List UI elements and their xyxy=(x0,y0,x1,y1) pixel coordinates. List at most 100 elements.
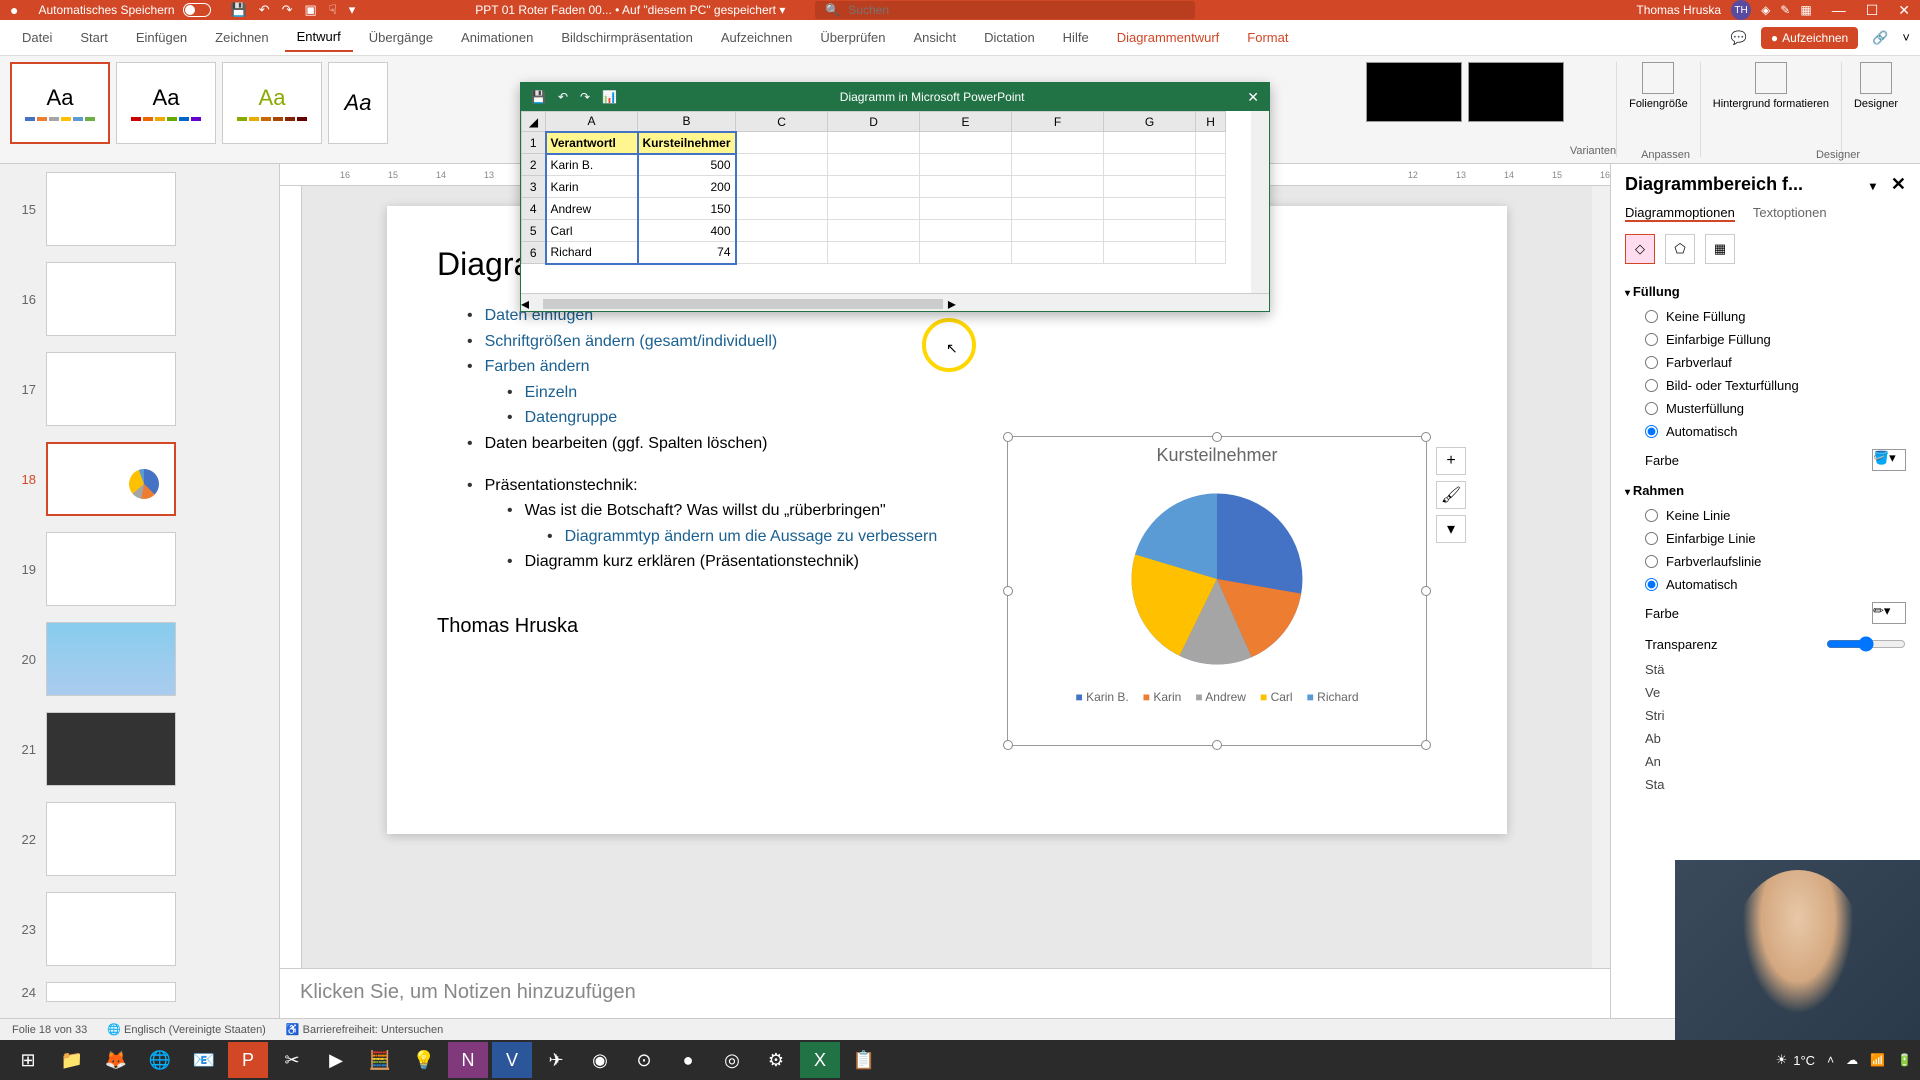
collapse-icon[interactable]: ˅ xyxy=(1902,30,1910,45)
chart-legend[interactable]: Karin B. Karin Andrew Carl Richard xyxy=(1008,684,1426,710)
excel-chart-icon[interactable]: 📊 xyxy=(602,90,617,104)
minimize-icon[interactable]: — xyxy=(1832,2,1846,19)
radio-gradient-line[interactable] xyxy=(1645,555,1658,568)
tray-onedrive-icon[interactable]: ☁ xyxy=(1846,1053,1858,1067)
settings-icon[interactable]: ⚙ xyxy=(756,1042,796,1078)
vlc-icon[interactable]: ▶ xyxy=(316,1042,356,1078)
radio-no-fill[interactable] xyxy=(1645,310,1658,323)
chart-plus-button[interactable]: + xyxy=(1436,447,1466,475)
col-H[interactable]: H xyxy=(1196,112,1226,132)
cell-C1[interactable] xyxy=(736,132,828,154)
radio-auto-fill[interactable] xyxy=(1645,425,1658,438)
cell-A1[interactable]: Verantwortl xyxy=(546,132,638,154)
thumb-21[interactable]: 21 xyxy=(0,704,279,794)
thumb-19[interactable]: 19 xyxy=(0,524,279,614)
row-1[interactable]: 1 xyxy=(522,132,546,154)
visio-icon[interactable]: V xyxy=(492,1042,532,1078)
record-button[interactable]: Aufzeichnen xyxy=(1761,27,1858,49)
diamond-icon[interactable]: ◈ xyxy=(1761,3,1770,17)
cell-A5[interactable]: Carl xyxy=(546,220,638,242)
cell-B4[interactable]: 150 xyxy=(638,198,736,220)
fill-line-icon[interactable]: ◇ xyxy=(1625,234,1655,264)
thumb-23[interactable]: 23 xyxy=(0,884,279,974)
thumb-17[interactable]: 17 xyxy=(0,344,279,434)
col-A[interactable]: A xyxy=(546,112,638,132)
app3-icon[interactable]: ● xyxy=(668,1042,708,1078)
app5-icon[interactable]: 📋 xyxy=(844,1042,884,1078)
chart-placeholder[interactable]: Kursteilnehmer xyxy=(1007,436,1427,746)
radio-gradient-fill[interactable] xyxy=(1645,356,1658,369)
radio-auto-line[interactable] xyxy=(1645,578,1658,591)
select-all-cell[interactable]: ◢ xyxy=(522,112,546,132)
undo-icon[interactable]: ↶ xyxy=(259,2,270,18)
col-B[interactable]: B xyxy=(638,112,736,132)
excel-icon[interactable]: X xyxy=(800,1042,840,1078)
tray-network-icon[interactable]: 📶 xyxy=(1870,1053,1885,1067)
explorer-icon[interactable]: 📁 xyxy=(52,1042,92,1078)
tab-diagrammentwurf[interactable]: Diagrammentwurf xyxy=(1105,24,1232,51)
tab-ansicht[interactable]: Ansicht xyxy=(901,24,968,51)
radio-solid-line[interactable] xyxy=(1645,532,1658,545)
thumb-16[interactable]: 16 xyxy=(0,254,279,344)
excel-save-icon[interactable]: 💾 xyxy=(531,90,546,104)
redo-icon[interactable]: ↷ xyxy=(282,2,293,18)
slide-body[interactable]: Daten einfügen Schriftgrößen ändern (ges… xyxy=(437,303,1457,457)
pane-tab-text[interactable]: Textoptionen xyxy=(1753,205,1827,222)
theme-1[interactable]: Aa xyxy=(10,62,110,144)
thumb-22[interactable]: 22 xyxy=(0,794,279,884)
radio-picture-fill[interactable] xyxy=(1645,379,1658,392)
tab-bildschirm[interactable]: Bildschirmpräsentation xyxy=(549,24,705,51)
excel-close-icon[interactable]: ✕ xyxy=(1247,89,1259,106)
accessibility-indicator[interactable]: ♿ Barrierefreiheit: Untersuchen xyxy=(286,1023,443,1036)
tab-animationen[interactable]: Animationen xyxy=(449,24,545,51)
radio-no-line[interactable] xyxy=(1645,509,1658,522)
pane-tab-options[interactable]: Diagrammoptionen xyxy=(1625,205,1735,222)
size-props-icon[interactable]: ▦ xyxy=(1705,234,1735,264)
theme-4[interactable]: Aa xyxy=(328,62,388,144)
app4-icon[interactable]: ◎ xyxy=(712,1042,752,1078)
excel-vscrollbar[interactable] xyxy=(1251,111,1269,293)
save-icon[interactable]: 💾 xyxy=(231,2,247,18)
thumb-15[interactable]: 15 xyxy=(0,164,279,254)
excel-undo-icon[interactable]: ↶ xyxy=(558,90,568,104)
slideshow-icon[interactable]: ▣ xyxy=(305,2,317,18)
app2-icon[interactable]: ⊙ xyxy=(624,1042,664,1078)
pane-dropdown-icon[interactable]: ▾ xyxy=(1870,179,1876,193)
cell-B5[interactable]: 400 xyxy=(638,220,736,242)
chrome-icon[interactable]: 🌐 xyxy=(140,1042,180,1078)
thumb-18[interactable]: 18 xyxy=(0,434,279,524)
border-section-header[interactable]: Rahmen xyxy=(1625,477,1906,504)
calc-icon[interactable]: 🧮 xyxy=(360,1042,400,1078)
tab-einfuegen[interactable]: Einfügen xyxy=(124,24,199,51)
maximize-icon[interactable]: ☐ xyxy=(1866,2,1879,19)
slide-counter[interactable]: Folie 18 von 33 xyxy=(12,1024,87,1036)
radio-pattern-fill[interactable] xyxy=(1645,402,1658,415)
notes-pane[interactable]: Klicken Sie, um Notizen hinzuzufügen xyxy=(280,968,1610,1024)
tray-chevron-icon[interactable]: ˄ xyxy=(1827,1053,1834,1067)
thumb-24[interactable]: 24 xyxy=(0,974,279,1010)
tips-icon[interactable]: 💡 xyxy=(404,1042,444,1078)
thumb-20[interactable]: 20 xyxy=(0,614,279,704)
cell-A4[interactable]: Andrew xyxy=(546,198,638,220)
search-input[interactable] xyxy=(848,3,1185,17)
tab-start[interactable]: Start xyxy=(68,24,119,51)
start-button[interactable]: ⊞ xyxy=(8,1042,48,1078)
excel-grid[interactable]: ◢ A B C D E F G H 1 Verantwortl Kursteil… xyxy=(521,111,1269,265)
pane-close-icon[interactable]: ✕ xyxy=(1891,174,1906,194)
cell-B3[interactable]: 200 xyxy=(638,176,736,198)
fill-section-header[interactable]: Füllung xyxy=(1625,278,1906,305)
weather-widget[interactable]: ☀ 1°C xyxy=(1776,1052,1815,1068)
chart-title[interactable]: Kursteilnehmer xyxy=(1008,437,1426,474)
col-C[interactable]: C xyxy=(736,112,828,132)
tab-hilfe[interactable]: Hilfe xyxy=(1051,24,1101,51)
canvas-vscrollbar[interactable] xyxy=(1592,186,1610,968)
cell-B6[interactable]: 74 xyxy=(638,242,736,264)
user-avatar[interactable]: TH xyxy=(1731,0,1751,20)
chart-brush-button[interactable]: 🖌 xyxy=(1436,481,1466,509)
user-area[interactable]: Thomas Hruska TH ◈ ✎ ▦ xyxy=(1636,0,1811,20)
tab-entwurf[interactable]: Entwurf xyxy=(285,23,353,52)
variant-1[interactable] xyxy=(1366,62,1462,122)
grid-icon[interactable]: ▦ xyxy=(1800,3,1811,17)
tab-datei[interactable]: Datei xyxy=(10,24,64,51)
telegram-icon[interactable]: ✈ xyxy=(536,1042,576,1078)
